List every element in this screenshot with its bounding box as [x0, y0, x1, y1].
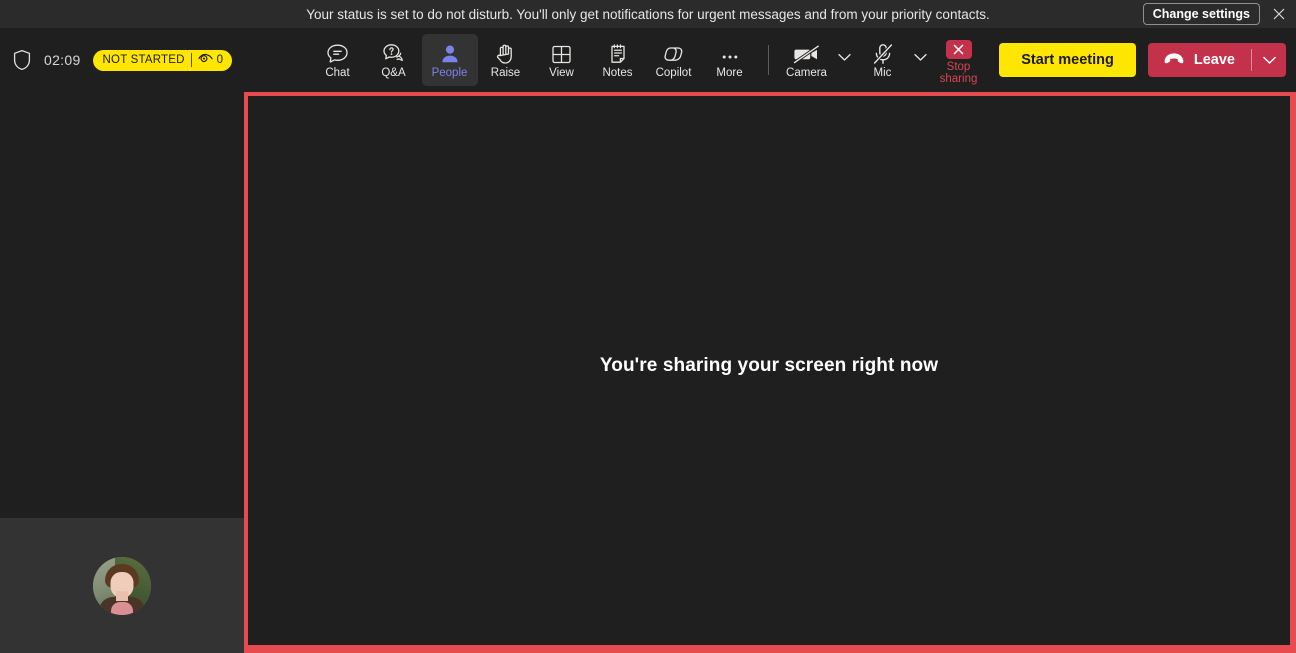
- toolbar-item-raise[interactable]: Raise: [478, 34, 534, 86]
- toolbar-right-cluster: Start meeting Leave: [999, 28, 1286, 92]
- toolbar-item-label: More: [716, 66, 743, 79]
- toolbar-item-label: Raise: [490, 66, 521, 79]
- meeting-toolbar: 02:09 NOT STARTED 0 Chat Q&A People Rais…: [0, 28, 1296, 92]
- stop-sharing-x-icon: [945, 35, 972, 59]
- meeting-stage: You're sharing your screen right now: [0, 92, 1296, 653]
- grid-view-icon: [551, 41, 572, 65]
- status-notification-bar: Your status is set to do not disturb. Yo…: [0, 0, 1296, 28]
- status-badge-label: NOT STARTED: [102, 54, 185, 66]
- avatar: [93, 556, 151, 615]
- eye-icon: [198, 53, 213, 67]
- leave-options-chevron-down-icon[interactable]: [1252, 43, 1286, 77]
- notification-message: Your status is set to do not disturb. Yo…: [306, 6, 990, 22]
- toolbar-item-view[interactable]: View: [534, 34, 590, 86]
- toolbar-item-label: Notes: [602, 66, 633, 79]
- camera-control-group: Camera: [779, 34, 855, 86]
- self-video-tile[interactable]: [0, 518, 244, 653]
- viewer-count-group: 0: [198, 53, 224, 67]
- toolbar-item-copilot[interactable]: Copilot: [646, 34, 702, 86]
- divider: [190, 53, 192, 67]
- start-meeting-button[interactable]: Start meeting: [999, 43, 1136, 77]
- toolbar-left-cluster: 02:09 NOT STARTED 0: [12, 28, 233, 92]
- chat-icon: [326, 41, 349, 65]
- sharing-status-message: You're sharing your screen right now: [599, 354, 939, 376]
- toolbar-item-notes[interactable]: Notes: [590, 34, 646, 86]
- toolbar-item-more[interactable]: More: [702, 34, 758, 86]
- leave-button[interactable]: Leave: [1148, 43, 1251, 77]
- qna-icon: [382, 41, 405, 65]
- viewer-count: 0: [216, 54, 224, 66]
- mic-toggle-button[interactable]: Mic: [855, 34, 911, 86]
- mic-options-chevron-down-icon[interactable]: [911, 34, 931, 86]
- change-settings-button[interactable]: Change settings: [1142, 3, 1260, 25]
- toolbar-divider: [767, 45, 769, 75]
- camera-label: Camera: [786, 66, 827, 79]
- camera-toggle-button[interactable]: Camera: [779, 34, 835, 86]
- stop-sharing-label: Stop sharing: [939, 61, 978, 85]
- screen-share-frame: You're sharing your screen right now: [244, 92, 1296, 653]
- meeting-timer: 02:09: [44, 52, 81, 68]
- copilot-icon: [662, 41, 686, 65]
- toolbar-item-people[interactable]: People: [421, 34, 478, 86]
- leave-control-group: Leave: [1147, 43, 1286, 77]
- hangup-icon: [1163, 52, 1185, 69]
- stop-sharing-button[interactable]: Stop sharing: [931, 34, 987, 86]
- close-icon[interactable]: [1268, 4, 1290, 24]
- toolbar-item-label: People: [431, 66, 468, 79]
- toolbar-item-label: Chat: [325, 66, 350, 79]
- mic-off-icon: [872, 41, 894, 65]
- toolbar-item-label: View: [549, 66, 574, 79]
- toolbar-item-chat[interactable]: Chat: [310, 34, 366, 86]
- screen-share-content: You're sharing your screen right now: [248, 96, 1290, 645]
- status-badge[interactable]: NOT STARTED 0: [92, 49, 233, 71]
- more-ellipsis-icon: [719, 41, 741, 65]
- toolbar-item-label: Q&A: [381, 66, 406, 79]
- mic-label: Mic: [873, 66, 892, 79]
- notes-icon: [608, 41, 628, 65]
- camera-options-chevron-down-icon[interactable]: [835, 34, 855, 86]
- toolbar-item-qna[interactable]: Q&A: [366, 34, 422, 86]
- camera-off-icon: [792, 41, 821, 65]
- toolbar-item-label: Copilot: [655, 66, 692, 79]
- left-participant-panel: [0, 92, 244, 653]
- people-icon: [439, 41, 461, 65]
- raise-hand-icon: [495, 41, 516, 65]
- leave-label: Leave: [1193, 52, 1235, 68]
- shield-icon[interactable]: [12, 49, 32, 71]
- mic-control-group: Mic: [855, 34, 931, 86]
